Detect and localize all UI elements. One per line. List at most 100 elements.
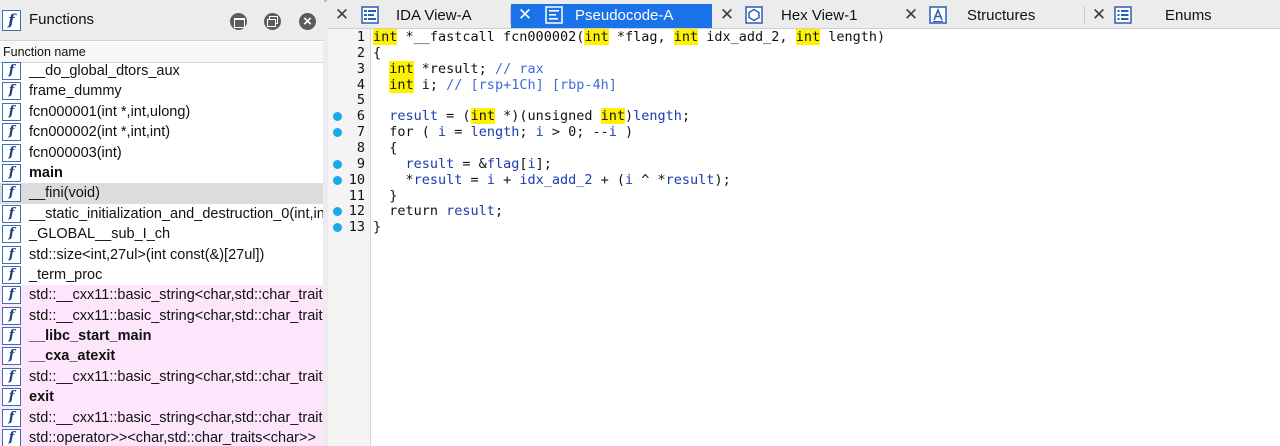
code-identifier[interactable]: i [438, 124, 446, 140]
gutter-line[interactable]: 5 [328, 92, 371, 108]
code-line[interactable]: return result; [373, 203, 503, 219]
type-keyword[interactable]: int [470, 108, 495, 125]
code-identifier[interactable]: result [389, 108, 438, 124]
function-list-item[interactable]: f __do_global_dtors_aux [0, 61, 323, 81]
code-identifier[interactable]: i [527, 156, 535, 172]
code-line[interactable]: for ( i = length; i > 0; --i ) [373, 124, 633, 140]
breakpoint-dot-icon[interactable] [333, 175, 342, 185]
type-keyword[interactable]: int [795, 29, 821, 45]
code-line[interactable]: int i; // [rsp+1Ch] [rbp-4h] [373, 76, 617, 93]
code-identifier[interactable]: length [633, 108, 682, 124]
function-name: _term_proc [29, 266, 103, 283]
function-list-item[interactable]: f exit [0, 387, 323, 408]
function-icon: f [2, 408, 21, 427]
type-keyword[interactable]: int [584, 29, 609, 45]
close-tab-icon[interactable]: ✕ [515, 5, 535, 25]
function-list-item[interactable]: f _GLOBAL__sub_I_ch [0, 224, 323, 244]
type-keyword[interactable]: int [600, 108, 626, 125]
function-list-item[interactable]: f std::operator>><char,std::char_traits<c… [0, 428, 323, 446]
function-list-item[interactable]: f std::__cxx11::basic_string<char,std::ch… [0, 285, 323, 306]
function-list-item[interactable]: f __fini(void) [0, 183, 323, 204]
close-panel-button[interactable]: × [299, 13, 316, 30]
gutter-line[interactable]: 7 [328, 124, 371, 140]
function-list-item[interactable]: f std::__cxx11::basic_string<char,std::ch… [0, 305, 323, 327]
code-identifier[interactable]: idx_add_2 [519, 172, 592, 188]
tab-hex-view-1[interactable]: ✕ Hex View-1 [713, 4, 896, 28]
code-identifier[interactable]: i [625, 172, 633, 188]
breakpoint-dot-icon[interactable] [333, 159, 342, 169]
function-icon: f [2, 327, 21, 346]
gutter-line[interactable]: 4 [328, 77, 371, 93]
code-line[interactable]: result = (int *)(unsigned int)length; [373, 108, 690, 125]
code-token: } [373, 187, 398, 204]
code-line[interactable]: result = &flag[i]; [373, 156, 552, 172]
code-line[interactable]: { [373, 140, 397, 156]
line-number-gutter[interactable]: 1 2 3 4 5 6 7 8 9 10 11 12 13 [328, 29, 371, 446]
code-line[interactable]: } [373, 188, 397, 204]
code-identifier[interactable]: i [609, 124, 617, 140]
function-list-item[interactable]: f __libc_start_main [0, 326, 323, 347]
close-tab-icon[interactable]: ✕ [1089, 5, 1109, 25]
ida-view-icon [361, 6, 379, 24]
tab-structures[interactable]: ✕ Structures [897, 4, 1084, 28]
close-tab-icon[interactable]: ✕ [332, 5, 352, 25]
function-list-item[interactable]: f main [0, 163, 323, 183]
function-list-item[interactable]: f __cxa_atexit [0, 346, 323, 367]
gutter-line[interactable]: 6 [328, 108, 371, 124]
code-identifier[interactable]: result [446, 203, 495, 219]
code-token: idx_add_2, [698, 29, 796, 45]
function-list-item[interactable]: f std::size<int,27ul>(int const(&)[27ul]) [0, 245, 323, 265]
code-identifier[interactable]: flag [487, 156, 520, 172]
gutter-line[interactable]: 10 [328, 172, 371, 188]
gutter-line[interactable]: 8 [328, 140, 371, 156]
code-identifier[interactable]: result [666, 172, 715, 188]
function-list-item[interactable]: f std::__cxx11::basic_string<char,std::ch… [0, 366, 323, 388]
breakpoint-dot-icon[interactable] [333, 112, 342, 122]
code-line[interactable]: } [373, 219, 381, 235]
breakpoint-dot-icon[interactable] [333, 128, 342, 138]
type-keyword[interactable]: int [673, 29, 699, 45]
function-name: __libc_start_main [29, 328, 152, 345]
code-identifier[interactable]: length [471, 124, 520, 140]
restore-panel-button[interactable] [230, 13, 247, 30]
code-identifier[interactable]: result [414, 172, 463, 188]
gutter-line[interactable]: 3 [328, 61, 371, 77]
close-tab-icon[interactable]: ✕ [717, 5, 737, 25]
type-keyword[interactable]: int [373, 29, 398, 45]
function-name: fcn000003(int) [29, 144, 122, 161]
gutter-line[interactable]: 12 [328, 203, 371, 219]
gutter-line[interactable]: 2 [328, 45, 371, 61]
tab-enums[interactable]: ✕ Enums [1085, 4, 1280, 28]
type-keyword[interactable]: int [389, 60, 414, 77]
function-list-item[interactable]: f __static_initialization_and_destruction… [0, 204, 323, 224]
function-list-item[interactable]: f _term_proc [0, 265, 323, 285]
gutter-line[interactable]: 9 [328, 156, 371, 172]
breakpoint-dot-icon[interactable] [333, 223, 342, 233]
gutter-line[interactable]: 13 [328, 219, 371, 235]
tab-pseudocode-a[interactable]: ✕ Pseudocode-A [511, 4, 712, 28]
function-list-item[interactable]: f fcn000001(int *,int,ulong) [0, 102, 323, 122]
gutter-line[interactable]: 11 [328, 188, 371, 204]
function-list-item[interactable]: f std::__cxx11::basic_string<char,std::ch… [0, 407, 323, 429]
code-identifier[interactable]: i [487, 172, 495, 188]
enums-icon [1114, 6, 1132, 24]
pseudocode-view[interactable]: int *__fastcall fcn000002(int *flag, int… [372, 29, 1280, 446]
column-header-function-name[interactable]: Function name [0, 42, 323, 63]
code-line[interactable]: int *result; // rax [373, 60, 544, 77]
close-tab-icon[interactable]: ✕ [901, 5, 921, 25]
code-identifier[interactable]: i [536, 124, 544, 140]
type-keyword[interactable]: int [389, 76, 414, 93]
float-panel-button[interactable] [264, 13, 281, 30]
function-name: fcn000001(int *,int,ulong) [29, 103, 191, 120]
function-icon: f [2, 388, 21, 407]
tab-ida-view-a[interactable]: ✕ IDA View-A [328, 4, 510, 28]
code-line[interactable]: *result = i + idx_add_2 + (i ^ *result); [373, 172, 731, 188]
function-list-item[interactable]: f frame_dummy [0, 81, 323, 101]
breakpoint-dot-icon[interactable] [333, 207, 342, 217]
function-list-item[interactable]: f fcn000003(int) [0, 143, 323, 163]
function-list-item[interactable]: f fcn000002(int *,int,int) [0, 122, 323, 142]
code-identifier[interactable]: result [406, 156, 455, 172]
code-line[interactable]: { [373, 45, 381, 61]
code-line[interactable]: int *__fastcall fcn000002(int *flag, int… [373, 29, 885, 45]
gutter-line[interactable]: 1 [328, 29, 371, 45]
